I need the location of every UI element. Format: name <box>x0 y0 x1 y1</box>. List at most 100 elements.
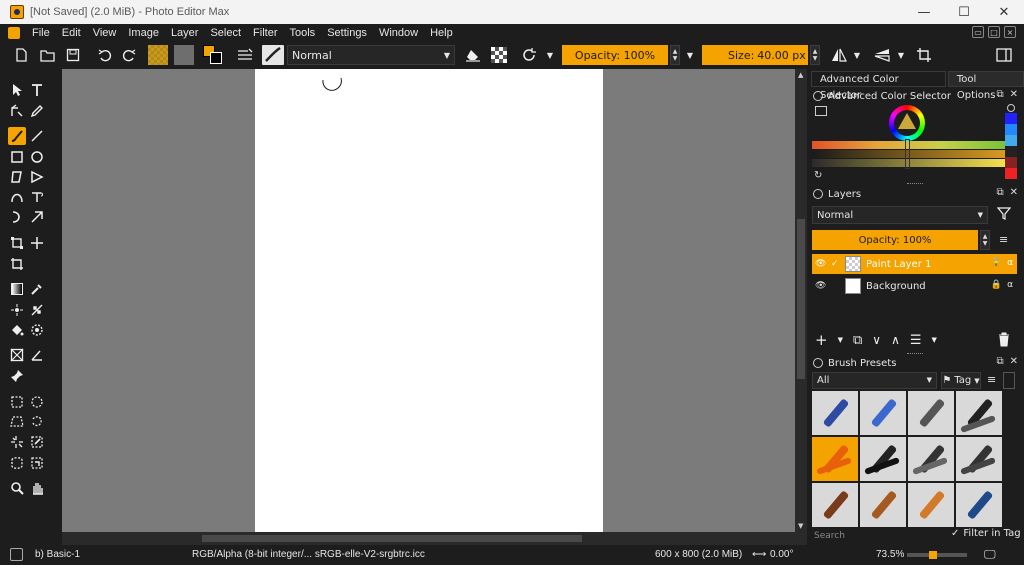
enclose-fill-icon[interactable] <box>28 321 46 339</box>
preset-pencil[interactable] <box>956 483 1002 527</box>
rectangular-selection-icon[interactable] <box>8 393 26 411</box>
menu-settings[interactable]: Settings <box>321 27 373 39</box>
menu-filter[interactable]: Filter <box>247 27 283 39</box>
assistant-tool-icon[interactable] <box>28 301 46 319</box>
menu-image[interactable]: Image <box>122 27 165 39</box>
size-spinner[interactable]: ▲ ▼ <box>810 45 820 65</box>
crop-icon[interactable] <box>8 255 26 273</box>
panel-grip[interactable] <box>907 183 923 186</box>
visibility-eye-icon[interactable]: 👁 <box>815 259 827 269</box>
brush-preview-icon[interactable] <box>262 45 284 65</box>
menu-window[interactable]: Window <box>373 27 424 39</box>
pattern-fill-icon[interactable] <box>174 45 194 65</box>
new-document-icon[interactable] <box>12 45 30 65</box>
zoom-icon[interactable] <box>8 479 26 497</box>
undo-icon[interactable] <box>96 45 114 65</box>
select-shapes-icon[interactable] <box>8 81 26 99</box>
reset-color-icon[interactable]: ↻ <box>814 170 822 181</box>
menu-select[interactable]: Select <box>204 27 247 39</box>
eraser-mode-icon[interactable] <box>464 45 482 65</box>
tab-advanced-color-selector[interactable]: Advanced Color Selector <box>811 71 946 101</box>
vertical-scroll-thumb[interactable] <box>797 219 805 379</box>
status-rotation[interactable]: 0.00° <box>770 549 793 560</box>
edit-shapes-icon[interactable] <box>8 102 26 120</box>
canvas-area[interactable] <box>62 69 795 532</box>
preset-storage-icon[interactable] <box>1003 372 1015 389</box>
doc-maximize-icon[interactable]: □ <box>988 26 1000 38</box>
float-panel-icon[interactable]: ⧉ <box>996 187 1003 198</box>
chevron-down-icon[interactable]: ▼ <box>684 45 696 65</box>
fill-bucket-icon[interactable] <box>8 321 26 339</box>
layer-row[interactable]: 👁 ✓ Paint Layer 1 🔒 α <box>812 254 1017 274</box>
menu-help[interactable]: Help <box>424 27 459 39</box>
minimize-button[interactable]: — <box>904 0 944 24</box>
measure-tool-icon[interactable] <box>28 346 46 364</box>
redo-icon[interactable] <box>120 45 138 65</box>
opacity-spinner[interactable]: ▲ ▼ <box>670 45 680 65</box>
save-icon[interactable] <box>64 45 82 65</box>
blend-mode-select[interactable]: Normal ▼ <box>287 45 455 65</box>
menu-tools[interactable]: Tools <box>284 27 322 39</box>
tag-button[interactable]: ⚑ Tag ▼ <box>941 372 981 389</box>
horizontal-scroll-thumb[interactable] <box>202 535 582 542</box>
close-button[interactable]: ✕ <box>984 0 1024 24</box>
scroll-down-icon[interactable]: ▼ <box>798 522 803 530</box>
reference-pin-icon[interactable] <box>8 367 26 385</box>
freehand-path-icon[interactable] <box>28 188 46 206</box>
reload-preset-icon[interactable] <box>518 45 540 65</box>
preset-tag-select[interactable]: All ▼ <box>812 372 937 389</box>
tab-tool-options[interactable]: Tool Options <box>947 71 1024 101</box>
menu-file[interactable]: File <box>26 27 56 39</box>
filter-in-tag-checkbox[interactable]: ✓ Filter in Tag <box>951 528 1021 539</box>
color-settings-icon[interactable] <box>815 106 827 116</box>
gradient-fill-icon[interactable] <box>148 45 168 65</box>
preset-search-input[interactable]: Search <box>812 528 944 543</box>
move-tool-icon[interactable] <box>28 234 46 252</box>
move-layer-up-icon[interactable]: ∧ <box>891 333 900 347</box>
horizontal-scrollbar[interactable] <box>62 532 807 545</box>
vertical-scrollbar[interactable]: ▲ ▼ <box>795 69 807 532</box>
brush-settings-icon[interactable] <box>236 45 254 65</box>
polygon-tool-icon[interactable] <box>8 168 26 186</box>
maximize-button[interactable]: ☐ <box>944 0 984 24</box>
panel-lock-icon[interactable] <box>813 358 823 368</box>
foreground-background-color-icon[interactable] <box>203 45 225 65</box>
close-panel-icon[interactable]: ✕ <box>1010 187 1018 198</box>
add-layer-icon[interactable]: + <box>815 331 828 349</box>
ellipse-tool-icon[interactable] <box>28 148 46 166</box>
duplicate-layer-icon[interactable]: ⧉ <box>853 333 862 348</box>
alpha-lock-icon[interactable]: α <box>1007 280 1013 290</box>
close-panel-icon[interactable]: ✕ <box>1010 89 1018 100</box>
lock-icon[interactable]: 🔒 <box>991 258 1002 268</box>
layer-opacity-field[interactable]: Opacity: 100% <box>812 230 978 250</box>
mirror-horizontal-icon[interactable] <box>828 45 850 65</box>
text-tool-icon[interactable] <box>28 81 46 99</box>
brush-preview-icon[interactable] <box>10 548 23 561</box>
color-options-icon[interactable] <box>1007 104 1015 112</box>
open-folder-icon[interactable] <box>38 45 56 65</box>
chevron-down-icon[interactable]: ▼ <box>544 45 556 65</box>
smart-patch-icon[interactable] <box>8 301 26 319</box>
menu-layer[interactable]: Layer <box>165 27 205 39</box>
preset-airbrush[interactable] <box>956 391 1002 435</box>
polygonal-selection-icon[interactable] <box>8 413 26 431</box>
calligraphy-icon[interactable] <box>28 102 46 120</box>
preset-ink[interactable] <box>860 437 906 481</box>
swatch-strip[interactable] <box>1005 113 1017 179</box>
size-field[interactable]: Size: 40.00 px <box>702 45 808 65</box>
preset-basic-1[interactable] <box>812 437 858 481</box>
bezier-curve-icon[interactable] <box>8 188 26 206</box>
alpha-lock-icon[interactable]: α <box>1007 258 1013 268</box>
workspace-icon[interactable] <box>994 45 1014 65</box>
chevron-down-icon[interactable]: ▼ <box>932 336 937 344</box>
preset-view-menu-icon[interactable]: ≡ <box>987 373 996 386</box>
preset-eraser[interactable] <box>812 391 858 435</box>
gradient-tool-icon[interactable] <box>8 280 26 298</box>
preset-pen[interactable] <box>908 437 954 481</box>
float-panel-icon[interactable]: ⧉ <box>996 356 1003 367</box>
layer-row[interactable]: 👁 Background 🔒 α <box>812 276 1017 296</box>
opacity-field[interactable]: Opacity: 100% <box>562 45 668 65</box>
preserve-alpha-icon[interactable] <box>490 45 508 65</box>
transform-tool-icon[interactable] <box>8 234 26 252</box>
multibrush-icon[interactable] <box>28 208 46 226</box>
